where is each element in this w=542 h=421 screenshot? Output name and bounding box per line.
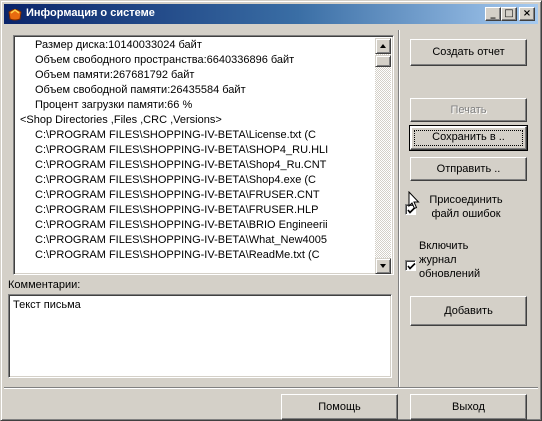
title-bar[interactable]: Информация о системе _ □ × bbox=[4, 4, 538, 24]
list-item: C:\PROGRAM FILES\SHOPPING-IV-BETA\Licens… bbox=[35, 129, 316, 141]
scroll-down-button[interactable] bbox=[375, 258, 391, 274]
list-item: C:\PROGRAM FILES\SHOPPING-IV-BETA\ReadMe… bbox=[35, 249, 320, 261]
comments-text[interactable]: Текст письма bbox=[13, 299, 81, 311]
list-item: Объем свободной памяти:26435584 байт bbox=[35, 84, 246, 96]
system-info-window: Информация о системе _ □ × Размер диска:… bbox=[0, 0, 542, 421]
print-button[interactable]: Печать bbox=[410, 98, 527, 122]
list-item: C:\PROGRAM FILES\SHOPPING-IV-BETA\FRUSER… bbox=[35, 204, 319, 216]
checkmark-icon bbox=[407, 262, 416, 270]
close-button[interactable]: × bbox=[519, 7, 535, 21]
horizontal-divider bbox=[4, 387, 538, 389]
list-item: <Shop Directories ,Files ,CRC ,Versions> bbox=[20, 114, 222, 126]
list-item: Процент загрузки памяти:66 % bbox=[35, 99, 193, 111]
comments-textarea[interactable]: Текст письма bbox=[8, 294, 392, 378]
list-item: C:\PROGRAM FILES\SHOPPING-IV-BETA\What_N… bbox=[35, 234, 327, 246]
add-button[interactable]: Добавить bbox=[410, 296, 527, 326]
include-updates-checkbox[interactable] bbox=[405, 260, 416, 271]
list-item: C:\PROGRAM FILES\SHOPPING-IV-BETA\BRIO E… bbox=[35, 219, 328, 231]
help-button[interactable]: Помощь bbox=[281, 394, 398, 420]
list-item: C:\PROGRAM FILES\SHOPPING-IV-BETA\Shop4_… bbox=[35, 159, 327, 171]
list-item: Объем памяти:267681792 байт bbox=[35, 69, 195, 81]
vertical-divider bbox=[398, 30, 400, 387]
arrow-down-icon bbox=[380, 264, 386, 268]
include-updates-label[interactable]: Включить журнал обновлений bbox=[419, 239, 480, 281]
send-button[interactable]: Отправить .. bbox=[410, 157, 527, 181]
focus-rectangle bbox=[414, 130, 523, 146]
attach-errors-label[interactable]: Присоединить файл ошибок bbox=[419, 193, 513, 221]
vertical-scrollbar[interactable] bbox=[375, 38, 391, 274]
comments-label: Комментарии: bbox=[8, 279, 81, 291]
exit-button[interactable]: Выход bbox=[410, 394, 527, 420]
list-item: Размер диска:10140033024 байт bbox=[35, 39, 202, 51]
mouse-cursor-icon bbox=[408, 191, 420, 210]
maximize-button[interactable]: □ bbox=[501, 7, 517, 21]
list-item: Объем свободного пространства:6640336896… bbox=[35, 54, 295, 66]
list-item: C:\PROGRAM FILES\SHOPPING-IV-BETA\SHOP4_… bbox=[35, 144, 329, 156]
app-icon bbox=[7, 6, 23, 22]
create-report-button[interactable]: Создать отчет bbox=[410, 39, 527, 66]
system-info-list-content: Размер диска:10140033024 байт Объем свобо… bbox=[16, 38, 375, 274]
system-info-list[interactable]: Размер диска:10140033024 байт Объем свобо… bbox=[13, 35, 394, 275]
scroll-thumb[interactable] bbox=[375, 55, 391, 67]
minimize-button[interactable]: _ bbox=[485, 7, 501, 21]
arrow-up-icon bbox=[380, 44, 386, 48]
save-to-button[interactable]: Сохранить в .. bbox=[409, 125, 528, 151]
scroll-up-button[interactable] bbox=[375, 38, 391, 54]
list-item: C:\PROGRAM FILES\SHOPPING-IV-BETA\Shop4.… bbox=[35, 174, 316, 186]
window-title: Информация о системе bbox=[26, 7, 155, 19]
list-item: C:\PROGRAM FILES\SHOPPING-IV-BETA\FRUSER… bbox=[35, 189, 320, 201]
